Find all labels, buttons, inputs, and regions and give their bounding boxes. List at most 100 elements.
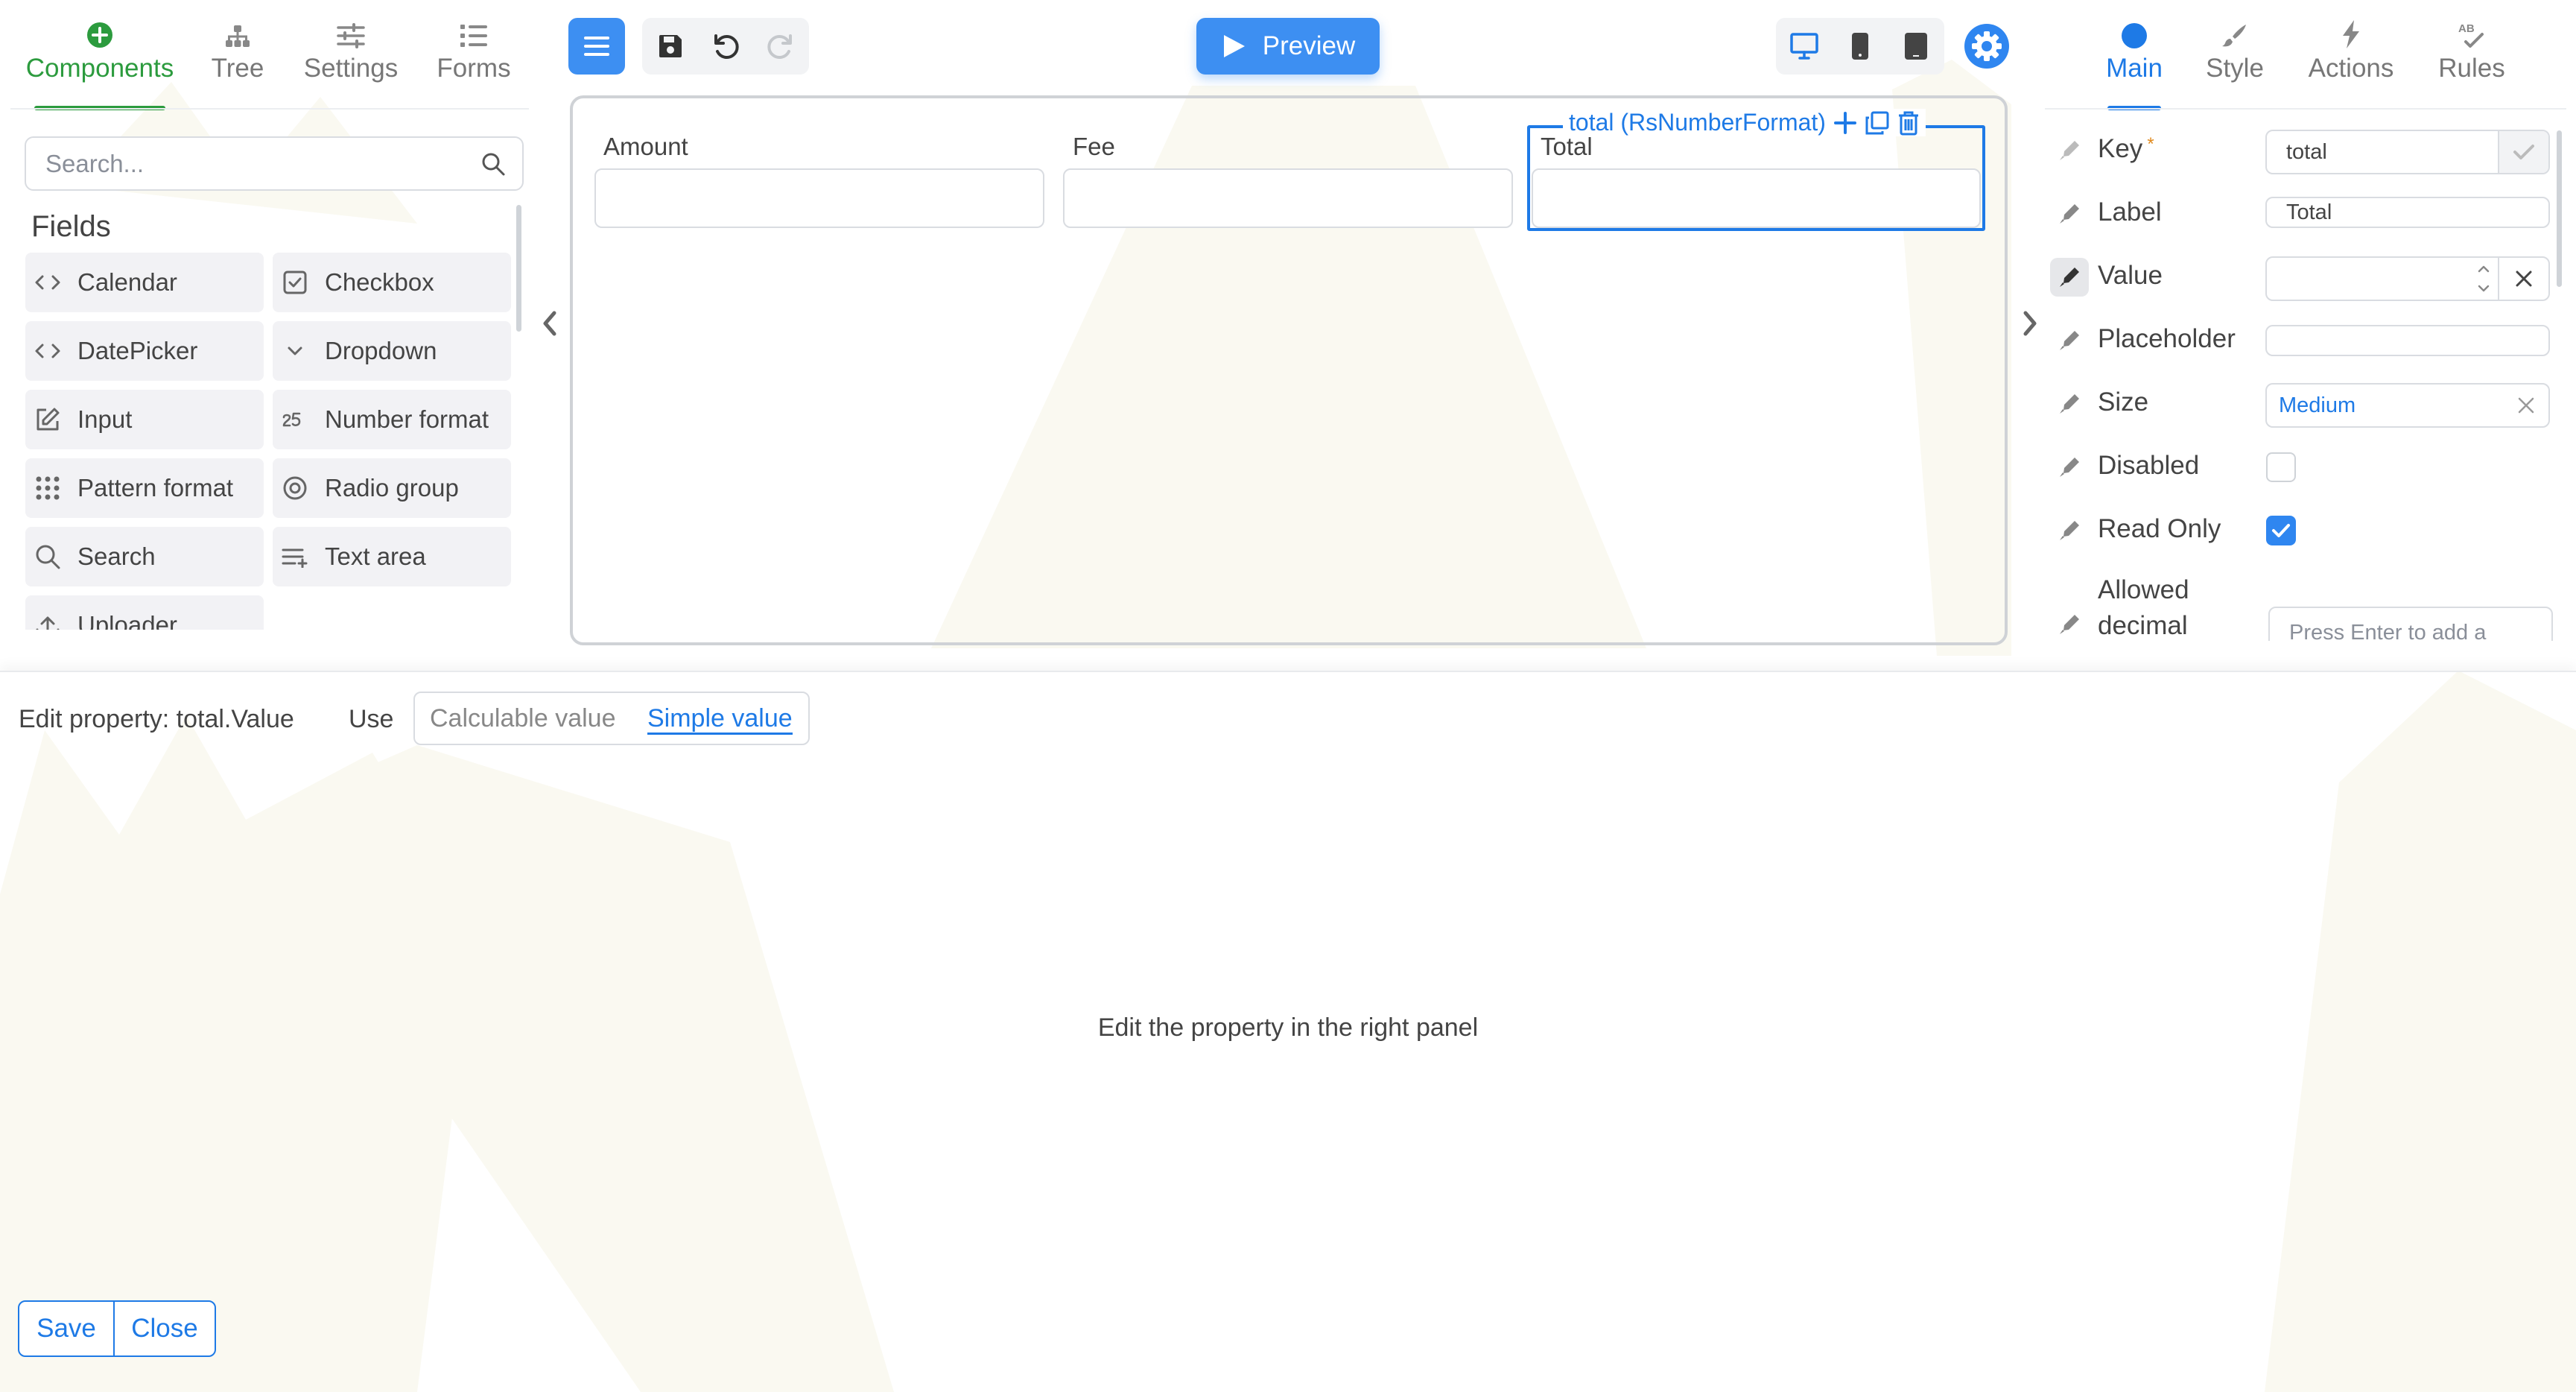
stepper-icon — [2478, 265, 2490, 292]
component-datepicker[interactable]: DatePicker — [25, 321, 264, 381]
tab-actions[interactable]: Actions — [2284, 13, 2418, 110]
key-input[interactable]: total — [2265, 130, 2550, 174]
calculable-value-option[interactable]: Calculable value — [430, 693, 616, 744]
search-icon[interactable] — [480, 151, 506, 177]
component-search-input[interactable] — [45, 138, 478, 189]
component-number-format[interactable]: Number format — [273, 390, 511, 449]
tab-style[interactable]: Style — [2168, 13, 2302, 110]
component-input[interactable]: Input — [25, 390, 264, 449]
left-tabs-divider — [10, 108, 529, 110]
spellcheck-icon: AB — [2458, 22, 2484, 48]
value-label: Value — [2098, 261, 2163, 290]
collapse-right-panel-button[interactable] — [2015, 301, 2045, 346]
simple-value-option[interactable]: Simple value — [647, 693, 793, 744]
component-search[interactable]: Search — [25, 527, 264, 586]
check-icon — [2272, 524, 2290, 537]
edit-icon — [37, 408, 60, 431]
component-label: Number format — [325, 405, 489, 433]
value-clear-button[interactable] — [2498, 258, 2548, 300]
disabled-bind-button[interactable] — [2050, 448, 2089, 487]
total-input[interactable] — [1532, 168, 1981, 228]
allowed-decimal-bind-button[interactable] — [2050, 605, 2089, 641]
save-button[interactable] — [642, 18, 699, 75]
placeholder-bind-button[interactable] — [2050, 321, 2089, 360]
tab-forms-label: Forms — [437, 54, 511, 83]
redo-button[interactable] — [752, 18, 809, 75]
component-dropdown[interactable]: Dropdown — [273, 321, 511, 381]
tablet-view-button[interactable] — [1888, 18, 1944, 75]
calculable-value-label: Calculable value — [430, 703, 616, 733]
pencil-icon — [2060, 141, 2079, 160]
tree-icon — [226, 25, 250, 47]
component-label: DatePicker — [77, 337, 198, 364]
component-uploader[interactable]: Uploader — [25, 595, 264, 630]
upload-icon — [36, 616, 60, 630]
component-pattern-format[interactable]: Pattern format — [25, 458, 264, 518]
total-field-label: Total — [1541, 133, 1593, 160]
component-label: Checkbox — [325, 268, 434, 296]
tablet-icon — [1905, 33, 1927, 60]
undo-button[interactable] — [697, 18, 754, 75]
svg-text:AB: AB — [2458, 22, 2475, 35]
tab-rules-label: Rules — [2438, 54, 2505, 83]
preview-button[interactable]: Preview — [1196, 18, 1380, 75]
save-property-button[interactable]: Save — [19, 1302, 115, 1355]
label-bind-button[interactable] — [2050, 194, 2089, 233]
add-icon[interactable] — [1833, 111, 1857, 135]
component-label: Pattern format — [77, 474, 234, 502]
component-label: Radio group — [325, 474, 459, 502]
component-checkbox[interactable]: Checkbox — [273, 253, 511, 312]
label-input[interactable]: Total — [2265, 197, 2550, 228]
tab-rules[interactable]: AB Rules — [2405, 13, 2539, 110]
size-select[interactable]: Medium — [2265, 383, 2550, 428]
read-only-bind-button[interactable] — [2050, 511, 2089, 550]
desktop-icon — [1790, 33, 1818, 60]
value-stepper[interactable] — [2477, 262, 2490, 295]
key-label: Key * — [2098, 134, 2154, 164]
tab-forms[interactable]: Forms — [392, 13, 556, 110]
fee-input[interactable] — [1063, 168, 1513, 228]
size-bind-button[interactable] — [2050, 385, 2089, 423]
properties-panel: Key * total Label Total Value Placeholde… — [2045, 112, 2566, 641]
value-input[interactable] — [2265, 256, 2550, 301]
editor-actions: Save Close — [18, 1300, 216, 1357]
menu-button[interactable] — [568, 18, 625, 75]
mobile-view-button[interactable] — [1832, 18, 1888, 75]
fee-field-label: Fee — [1073, 133, 1115, 160]
amount-input[interactable] — [594, 168, 1044, 228]
editor-message: Edit the property in the right panel — [1097, 1013, 1479, 1042]
key-bind-button[interactable] — [2050, 131, 2089, 170]
value-bind-button[interactable] — [2050, 258, 2089, 297]
disabled-checkbox[interactable] — [2266, 452, 2296, 482]
desktop-view-button[interactable] — [1776, 18, 1833, 75]
read-only-checkbox[interactable] — [2266, 516, 2296, 545]
component-text-area[interactable]: Text area — [273, 527, 511, 586]
read-only-label: Read Only — [2098, 514, 2221, 543]
components-list: Calendar Checkbox DatePicker Dropdown In… — [10, 205, 529, 630]
mobile-icon — [1852, 33, 1868, 60]
size-label: Size — [2098, 387, 2149, 417]
close-property-button[interactable]: Close — [115, 1302, 215, 1355]
size-clear-button[interactable] — [2517, 396, 2535, 414]
allowed-decimal-input[interactable]: Press Enter to add a — [2268, 607, 2553, 641]
component-search[interactable] — [25, 136, 524, 191]
duplicate-icon[interactable] — [1865, 110, 1890, 136]
component-calendar[interactable]: Calendar — [25, 253, 264, 312]
key-value: total — [2286, 139, 2327, 164]
trash-icon[interactable] — [1897, 110, 1920, 136]
theme-settings-button[interactable] — [1957, 18, 2017, 75]
size-value: Medium — [2279, 393, 2356, 417]
label-label: Label — [2098, 197, 2162, 227]
key-confirm-button[interactable] — [2498, 131, 2548, 173]
gear-icon — [1964, 24, 2009, 69]
close-icon — [2518, 397, 2534, 414]
amount-field-label: Amount — [603, 133, 688, 160]
component-radio-group[interactable]: Radio group — [273, 458, 511, 518]
component-label: Input — [77, 405, 133, 433]
placeholder-input[interactable] — [2265, 325, 2550, 356]
collapse-left-panel-button[interactable] — [535, 301, 565, 346]
number-icon — [282, 412, 301, 427]
component-label: Search — [77, 542, 156, 570]
code-icon — [35, 275, 60, 290]
tab-actions-label: Actions — [2308, 54, 2394, 83]
